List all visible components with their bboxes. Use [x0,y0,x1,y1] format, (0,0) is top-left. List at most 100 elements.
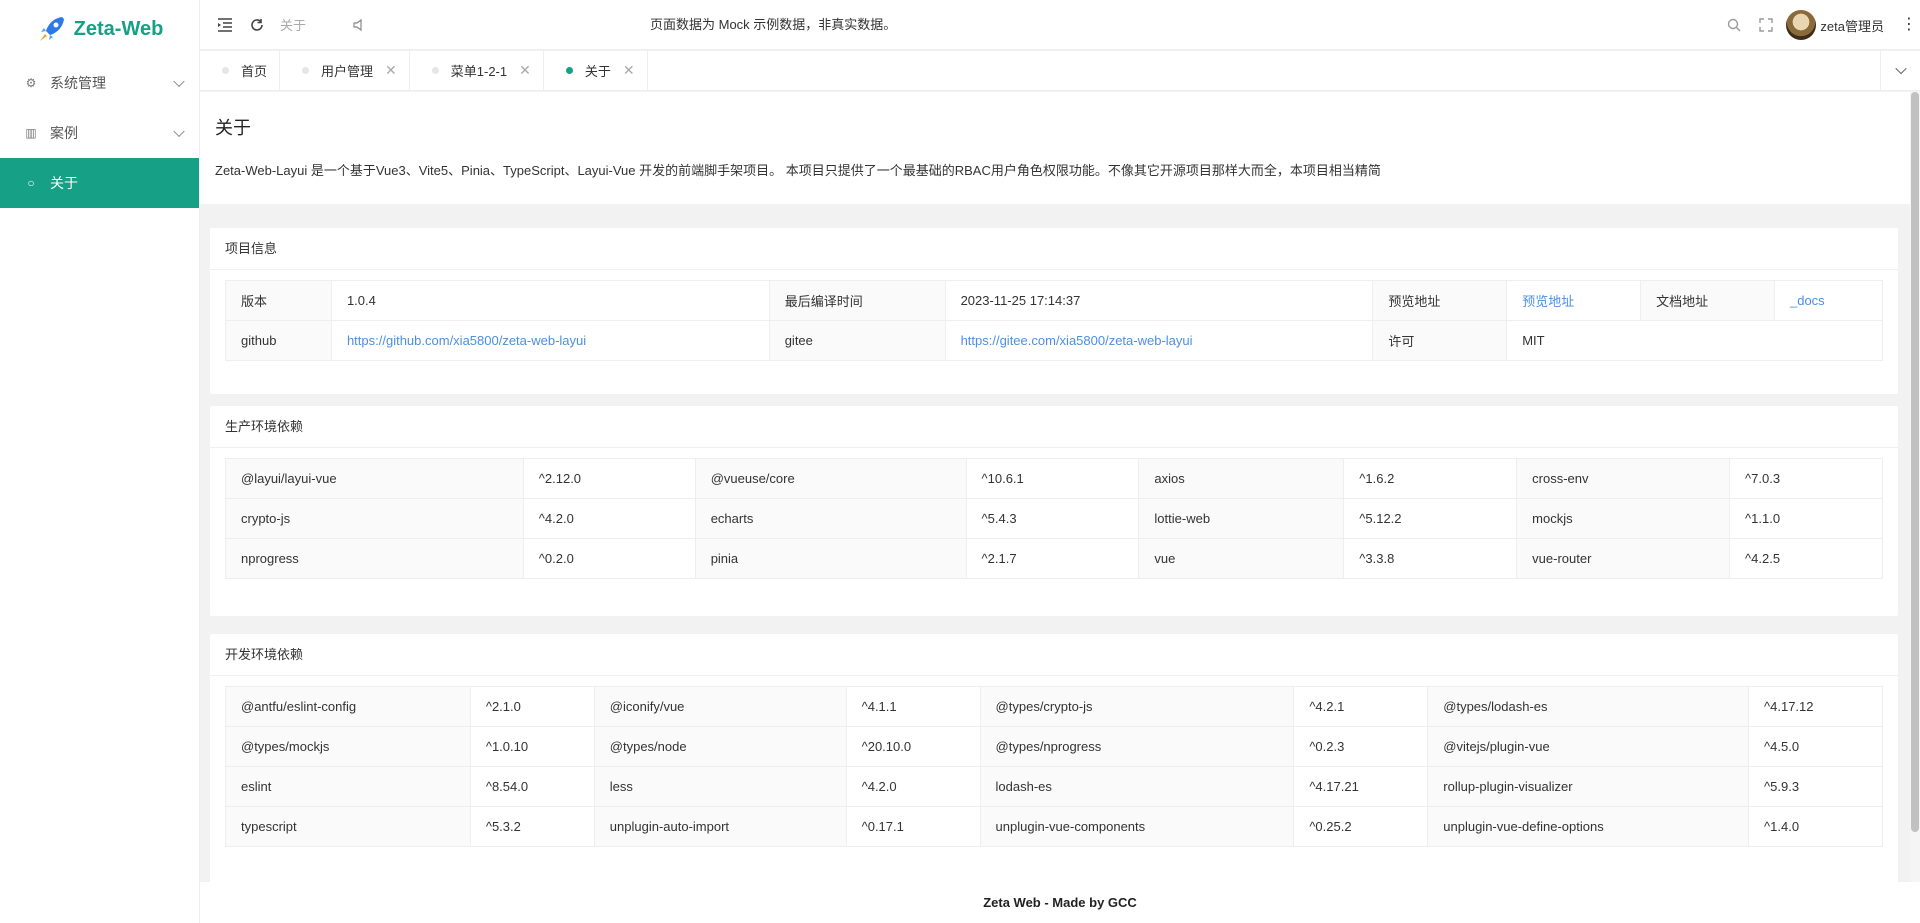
table-row: @types/mockjs ^1.0.10 @types/node ^20.10.0… [225,726,1883,767]
tab-dot [565,67,573,74]
build-time-value: 2023-11-25 17:14:37 [944,280,1374,321]
page-title: 关于 [215,118,251,138]
dep-name: crypto-js [225,498,524,539]
dep-version: ^7.0.3 [1729,458,1883,499]
close-icon[interactable]: ✕ [623,62,635,79]
table-row: crypto-js ^4.2.0 echarts ^5.4.3 lottie-web… [225,498,1883,539]
dep-name: typescript [225,806,471,847]
dep-name: eslint [225,766,471,807]
dep-name: vue [1138,538,1345,579]
table-row: 版本 1.0.4 最后编译时间 2023-11-25 17:14:37 预览地址… [225,280,1884,321]
dev-deps-card: 开发环境依赖 @antfu/eslint-config ^2.1.0 @iconi… [210,634,1898,894]
book-icon: ▥ [25,126,37,140]
menu-fold-icon[interactable] [216,17,234,32]
table-row: @layui/layui-vue ^2.12.0 @vueuse/core ^10.… [225,458,1883,499]
dep-name: unplugin-auto-import [593,806,847,847]
license-label: 许可 [1372,320,1508,361]
dep-version: ^2.1.0 [469,686,595,727]
dep-name: @types/lodash-es [1427,686,1750,727]
card-title: 生产环境依赖 [210,406,1898,448]
top-header: 关于 页面数据为 Mock 示例数据，非真实数据。 zeta管理员 ⋮ [200,0,1920,50]
tab-dropdown-toggle[interactable] [1880,51,1920,91]
dep-version: ^0.2.0 [522,538,696,579]
page-header: 关于 Zeta-Web-Layui 是一个基于Vue3、Vite5、Pinia、… [200,92,1910,204]
chevron-down-icon [173,125,185,138]
avatar [1786,10,1817,40]
dep-version: ^1.1.0 [1729,498,1883,539]
tab-label: 菜单1-2-1 [450,64,508,79]
dep-version: ^4.17.12 [1748,686,1883,727]
dep-version: ^4.2.5 [1729,538,1883,579]
preview-link[interactable]: 预览地址 [1522,294,1574,309]
sidebar-item-about[interactable]: ○ 关于 [0,158,199,208]
user-menu[interactable]: zeta管理员 [1786,10,1884,40]
project-info-table: 版本 1.0.4 最后编译时间 2023-11-25 17:14:37 预览地址… [225,280,1884,361]
gitee-link[interactable]: https://gitee.com/xia5800/zeta-web-layui [961,333,1193,348]
info-circle-icon: ○ [27,176,35,190]
dep-version: ^1.4.0 [1748,806,1883,847]
tab-menu-1-2-1[interactable]: 菜单1-2-1 ✕ [410,51,544,90]
close-icon[interactable]: ✕ [519,62,531,79]
dep-name: nprogress [225,538,524,579]
dep-name: unplugin-vue-define-options [1427,806,1750,847]
dep-name: pinia [694,538,967,579]
breadcrumb: 关于 [280,18,307,33]
tab-about[interactable]: 关于 ✕ [544,51,648,90]
notice-text: 页面数据为 Mock 示例数据，非真实数据。 [650,17,897,32]
prod-deps-card: 生产环境依赖 @layui/layui-vue ^2.12.0 @vueuse/c… [210,406,1898,616]
footer: Zeta Web - Made by GCC [200,882,1920,923]
dep-version: ^4.2.0 [845,766,981,807]
dep-name: @iconify/vue [593,686,847,727]
dep-name: @layui/layui-vue [225,458,524,499]
dep-name: cross-env [1516,458,1731,499]
sidebar-item-label: 系统管理 [50,75,106,91]
dep-version: ^4.17.21 [1293,766,1429,807]
card-title: 开发环境依赖 [210,634,1898,676]
content-scrollbar[interactable] [1910,92,1920,882]
tab-dot [431,67,439,74]
tab-bar: 首页 用户管理 ✕ 菜单1-2-1 ✕ 关于 ✕ [200,51,1920,91]
license-value: MIT [1506,320,1883,361]
dep-name: @vueuse/core [694,458,967,499]
dep-version: ^0.17.1 [845,806,981,847]
fullscreen-icon[interactable] [1750,18,1782,32]
dep-version: ^0.2.3 [1293,726,1429,767]
speaker-icon[interactable] [350,18,368,32]
preview-cell: 预览地址 [1506,280,1642,321]
chevron-down-icon [173,75,185,88]
dep-name: mockjs [1516,498,1731,539]
dep-name: rollup-plugin-visualizer [1427,766,1750,807]
github-link[interactable]: https://github.com/xia5800/zeta-web-layu… [347,333,586,348]
dep-name: @types/nprogress [979,726,1295,767]
docs-link[interactable]: _docs [1790,293,1825,308]
gear-icon: ⚙ [25,76,37,90]
dep-version: ^10.6.1 [965,458,1140,499]
sidebar-item-examples[interactable]: ▥ 案例 [0,108,199,158]
more-vertical-icon[interactable]: ⋮ [1898,17,1920,33]
dep-version: ^2.12.0 [522,458,696,499]
tab-label: 首页 [241,64,268,79]
card-title: 项目信息 [210,228,1898,270]
tab-dot [302,67,310,74]
sidebar-item-system[interactable]: ⚙ 系统管理 [0,58,199,108]
dep-version: ^4.2.1 [1293,686,1429,727]
close-icon[interactable]: ✕ [385,62,397,79]
tab-user-management[interactable]: 用户管理 ✕ [280,51,410,90]
scrollbar-thumb[interactable] [1911,92,1919,832]
dep-version: ^20.10.0 [845,726,981,767]
tab-home[interactable]: 首页 [200,51,281,90]
search-icon[interactable] [1718,18,1750,32]
dep-version: ^8.54.0 [469,766,595,807]
table-row: github https://github.com/xia5800/zeta-w… [225,320,1883,361]
dep-name: less [593,766,847,807]
app-logo[interactable]: Zeta-Web [0,0,199,58]
dev-deps-table: @antfu/eslint-config ^2.1.0 @iconify/vue ^… [225,686,1883,847]
version-label: 版本 [225,280,332,321]
dep-version: ^3.3.8 [1343,538,1518,579]
refresh-icon[interactable] [248,18,266,32]
dep-name: axios [1138,458,1345,499]
dep-version: ^5.3.2 [469,806,595,847]
tab-dot [222,67,229,74]
page-description: Zeta-Web-Layui 是一个基于Vue3、Vite5、Pinia、Typ… [215,163,1381,178]
dep-version: ^5.12.2 [1343,498,1518,539]
